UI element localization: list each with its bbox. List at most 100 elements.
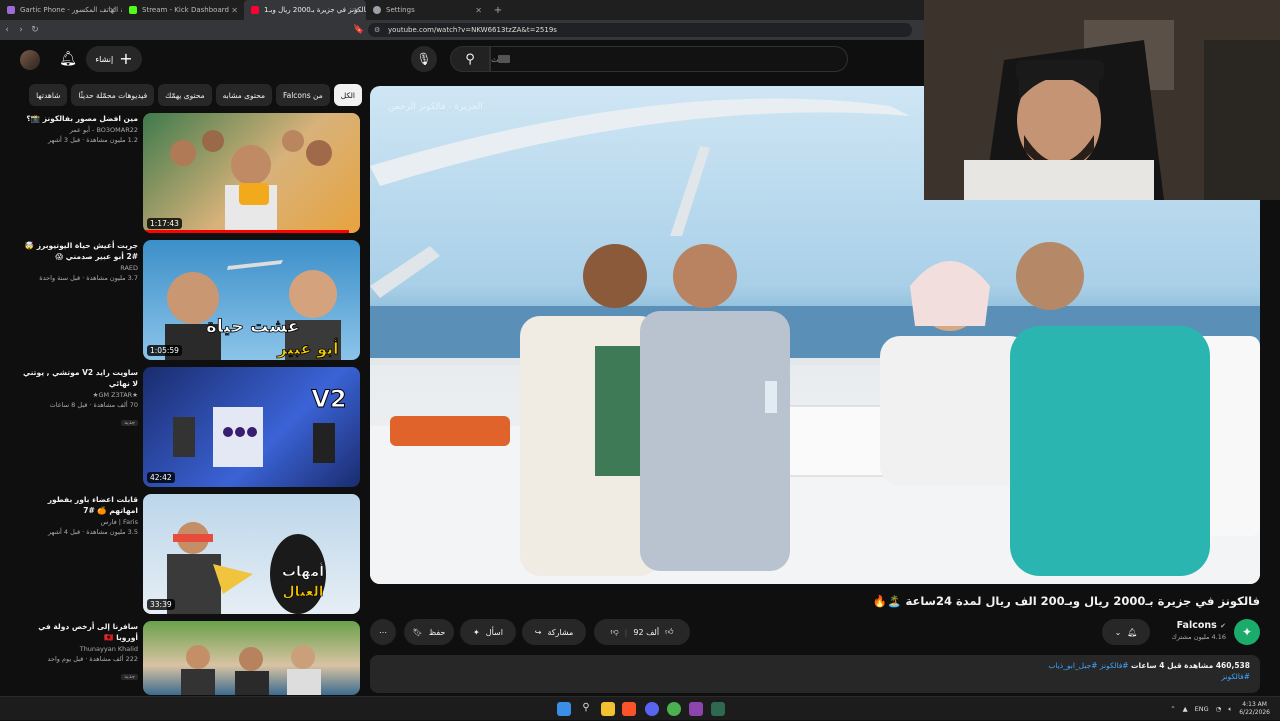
dislike-button[interactable]: 👎︎ [611,627,619,637]
app-icon[interactable] [689,702,703,716]
video-title-heading: فالكونز في جزيرة بـ2000 ريال وبـ200 الف … [872,594,1260,608]
close-tab-icon[interactable]: ✕ [231,6,238,15]
thumbnail-people-image: عشت حياة أبو عبير [165,260,341,360]
keyboard-icon[interactable] [498,55,510,63]
chip-recently-uploaded[interactable]: فيديوهات محمّلة حديثًا [71,84,155,106]
list-item[interactable]: V2 42:42 ساويت رايد V2 موتشي , يوتني لا … [20,367,360,489]
address-bar[interactable]: ⚙ youtube.com/watch?v=NKW6613tzZA&t=2519… [368,23,912,37]
video-thumbnail[interactable]: عشت حياة أبو عبير 1:05:59 [143,240,360,360]
page-scrollbar[interactable] [1270,200,1278,696]
chip-from-falcons[interactable]: من Falcons [275,84,330,106]
new-badge: جديد [121,674,138,680]
video-title[interactable]: مين افضل مصور بفالكونز 📸؟ [20,113,138,124]
forward-arrow-icon[interactable]: › [14,25,28,35]
chrome-icon[interactable] [667,702,681,716]
verified-check-icon: ✔ [1220,622,1226,630]
url-text[interactable]: youtube.com/watch?v=NKW6613tzZA&t=2519s [388,26,557,34]
channel-avatar[interactable]: ✦ [1234,619,1260,645]
video-actions-row: ✦ Falcons ✔ 4.16 مليون مشترك ⌄ 🔔︎ 👎︎ | 9… [370,619,1260,645]
notifications-bell-icon[interactable]: 🔔︎ [59,50,77,68]
search-button[interactable]: ⚲ [450,46,490,72]
share-arrow-icon: ↪ [534,627,542,637]
subscribed-bell-button[interactable]: ⌄ 🔔︎ [1102,619,1150,645]
svg-text:أمهات: أمهات [282,562,324,580]
search-input[interactable]: بحث [490,46,848,72]
posted-time: قبل 4 ساعات [1130,661,1182,670]
like-dislike-group: 👎︎ | 92 ألف 👍︎ [594,619,690,645]
brave-browser-icon[interactable] [622,702,636,716]
view-count: 460,538 مشاهدة [1184,661,1250,670]
wifi-icon[interactable]: ◔ [1216,705,1222,713]
excel-icon[interactable] [711,702,725,716]
browser-tab[interactable]: Settings ✕ [366,0,488,20]
voice-search-mic-icon[interactable]: 🎙︎ [411,46,437,72]
channel-name[interactable]: RAED [20,264,138,272]
close-tab-icon[interactable]: ✕ [109,6,116,15]
volume-icon[interactable]: 🔈︎ [1228,705,1232,714]
bookmark-icon[interactable]: 🔖 [352,25,366,35]
search-icon[interactable]: ⚲ [579,702,593,716]
video-meta: 1.2 مليون مشاهدة · قبل 3 أشهر [47,136,138,144]
like-icon[interactable]: 👍︎ [665,627,673,637]
webcam-person-image [924,0,1280,200]
duration-badge: 33:39 [147,599,175,610]
thumbnail-people-image [181,645,321,695]
video-watermark: الجزيرة - فالكونز الرحمن [388,102,483,112]
subscriber-count: 4.16 مليون مشترك [1171,633,1226,641]
save-button[interactable]: 🔖︎ حفظ [404,619,454,645]
list-item[interactable]: عشت حياة أبو عبير 1:05:59 جربت أعيش حياة… [20,240,360,362]
browser-tab[interactable]: Gartic Phone - لعبة الهاتف المكسور ✕ [0,0,122,20]
avatar[interactable] [20,50,40,70]
video-thumbnail[interactable]: V2 42:42 [143,367,360,487]
channel-name[interactable]: Thunayyan Khalid [20,645,138,653]
video-title[interactable]: سافرنا إلى أرخص دولة في أوروبا 🇦🇱 [20,621,138,643]
video-thumbnail[interactable]: أمهات العيال 33:39 [143,494,360,614]
channel-name[interactable]: BO3OMAR22 - أبو عمر [20,126,138,134]
new-tab-button[interactable]: + [488,5,508,16]
video-title[interactable]: ساويت رايد V2 موتشي , يوتني لا نهائي [20,367,138,389]
clock[interactable]: 4:13 AM 6/22/2026 [1239,701,1270,717]
close-tab-icon[interactable]: ✕ [353,6,360,15]
video-thumbnail[interactable]: 1:17:43 [143,113,360,233]
discord-icon[interactable] [645,702,659,716]
thumbnail-people-image: أمهات العيال [167,522,326,614]
like-count[interactable]: 92 ألف [633,628,659,637]
ask-button[interactable]: ✦ اسأل [460,619,516,645]
site-info-icon[interactable]: ⚙ [374,26,380,34]
hashtag-link[interactable]: #فالكونز [380,672,1250,681]
video-title[interactable]: قابلت اعضاء باور بفطور امهاتهم 🍊 #7 [20,494,138,516]
description-tags[interactable]: #فالكونز #جبل_ابو_ذياب [1048,661,1128,670]
search-bar: ⚲ بحث [450,46,848,72]
chip-similar[interactable]: محتوى مشابه [215,84,272,106]
file-explorer-icon[interactable] [601,702,615,716]
list-item[interactable]: سافرنا إلى أرخص دولة في أوروبا 🇦🇱 Thunay… [20,621,360,695]
video-title[interactable]: جربت أعيش حياة اليوتيوبرز 🤯 #2 أبو عبير … [20,240,138,262]
browser-tab-active[interactable]: فالكونز في جزيرة بـ2000 ريال وبـ1... ✕ [244,0,366,20]
channel-name[interactable]: Faris | فارس [20,518,138,526]
tray-app-icon[interactable]: ▲ [1183,705,1188,713]
close-tab-icon[interactable]: ✕ [475,6,482,15]
chip-for-you[interactable]: محتوى يهمّك [158,84,212,106]
create-button[interactable]: إنشاء + [86,46,142,72]
channel-name[interactable]: ★GM Z3TAR★ [20,391,138,399]
start-windows-icon[interactable] [557,702,571,716]
new-badge: جديد [121,420,138,426]
list-item[interactable]: أمهات العيال 33:39 قابلت اعضاء باور بفطو… [20,494,360,616]
more-actions-button[interactable]: ⋯ [370,619,396,645]
back-arrow-icon[interactable]: ‹ [0,25,14,35]
chevron-down-icon: ⌄ [1114,627,1122,637]
channel-name-link[interactable]: Falcons ✔ [1177,620,1226,631]
video-meta: 222 ألف مشاهدة · قبل يوم واحد [47,655,138,663]
tray-chevron-up-icon[interactable]: ⌃ [1170,705,1175,713]
reload-icon[interactable]: ↻ [28,25,42,35]
svg-text:V2: V2 [311,385,346,413]
list-item[interactable]: 1:17:43 مين افضل مصور بفالكونز 📸؟ BO3OMA… [20,113,360,235]
chip-all[interactable]: الكل [333,84,362,106]
video-thumbnail[interactable] [143,621,360,695]
bell-icon: 🔔︎ [1127,627,1138,637]
chip-watched[interactable]: شاهدتها [29,84,68,106]
language-indicator[interactable]: ENG [1195,705,1209,713]
browser-tab[interactable]: Stream - Kick Dashboard ✕ [122,0,244,20]
share-button[interactable]: ↪ مشاركة [522,619,586,645]
video-description[interactable]: 460,538 مشاهدة قبل 4 ساعات #فالكونز #جبل… [370,655,1260,693]
